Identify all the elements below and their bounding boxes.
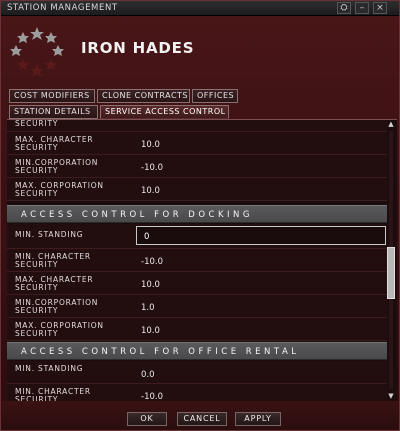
section-header-office-rental: ACCESS CONTROL FOR OFFICE RENTAL — [7, 342, 387, 360]
list-item: MAX. CORPORATION SECURITY 10.0 — [7, 178, 387, 201]
tab-clone-contracts[interactable]: CLONE CONTRACTS — [97, 89, 190, 103]
list-item: MIN. CHARACTER SECURITY -10.0 — [7, 384, 387, 401]
field-label: MAX. CORPORATION SECURITY — [15, 181, 104, 198]
field-value[interactable]: -10.0 — [141, 163, 163, 173]
cancel-button[interactable]: CANCEL — [177, 412, 227, 426]
field-value[interactable]: 1.0 — [141, 303, 155, 313]
list-item: MIN. STANDING 0.0 — [7, 361, 387, 384]
pin-icon[interactable]: ⛭ — [337, 2, 351, 14]
apply-button[interactable]: APPLY — [235, 412, 281, 426]
tab-service-access-control[interactable]: SERVICE ACCESS CONTROL — [100, 105, 229, 119]
field-label: MIN. CHARACTER SECURITY — [15, 387, 91, 402]
list-item: SECURITY — [7, 119, 387, 132]
field-label: MAX. CORPORATION SECURITY — [15, 321, 104, 338]
list-item: MIN.CORPORATION SECURITY -10.0 — [7, 155, 387, 178]
section-header-docking: ACCESS CONTROL FOR DOCKING — [7, 205, 387, 223]
window-title: STATION MANAGEMENT — [7, 3, 118, 13]
field-value[interactable]: 10.0 — [141, 326, 160, 336]
minimize-icon[interactable]: – — [355, 2, 369, 14]
field-label: MIN. CHARACTER SECURITY — [15, 252, 91, 269]
field-value[interactable]: -10.0 — [141, 257, 163, 267]
corporation-emblem-icon — [10, 27, 64, 77]
field-value[interactable]: 10.0 — [141, 140, 160, 150]
tab-cost-modifiers[interactable]: COST MODIFIERS — [9, 89, 95, 103]
field-value[interactable]: -10.0 — [141, 392, 163, 401]
section-title: ACCESS CONTROL FOR DOCKING — [21, 210, 253, 220]
field-label: MIN.CORPORATION SECURITY — [15, 158, 99, 175]
station-name: IRON HADES — [81, 39, 195, 57]
field-label: MAX. CHARACTER SECURITY — [15, 275, 94, 292]
field-label: MAX. CHARACTER SECURITY — [15, 135, 94, 152]
scroll-up-icon[interactable]: ▲ — [386, 119, 396, 129]
list-item: MIN.CORPORATION SECURITY 1.0 — [7, 295, 387, 318]
footer-bar: OK CANCEL APPLY — [1, 401, 399, 430]
min-standing-input[interactable]: 0 — [136, 226, 386, 245]
vertical-scrollbar[interactable]: ▲ ▼ — [386, 119, 396, 401]
field-value[interactable]: 0.0 — [141, 370, 155, 380]
close-icon[interactable]: × — [373, 2, 387, 14]
station-management-window: STATION MANAGEMENT ⛭ – × IRON HADES COST… — [0, 0, 400, 431]
list-item: MAX. CORPORATION SECURITY 10.0 — [7, 318, 387, 341]
field-label: MIN. STANDING — [15, 230, 84, 239]
title-bar[interactable]: STATION MANAGEMENT ⛭ – × — [1, 1, 399, 16]
access-control-panel: SECURITY MAX. CHARACTER SECURITY 10.0 MI… — [7, 119, 397, 401]
scroll-down-icon[interactable]: ▼ — [386, 391, 396, 401]
tab-offices[interactable]: OFFICES — [192, 89, 238, 103]
list-item: MAX. CHARACTER SECURITY 10.0 — [7, 132, 387, 155]
scroll-thumb[interactable] — [387, 247, 395, 299]
list-item: MAX. CHARACTER SECURITY 10.0 — [7, 272, 387, 295]
list-item: MIN. CHARACTER SECURITY -10.0 — [7, 249, 387, 272]
tab-station-details[interactable]: STATION DETAILS — [9, 105, 98, 119]
field-label: SECURITY — [15, 119, 59, 128]
list-item: MIN. STANDING 0 — [7, 224, 387, 249]
field-label: MIN.CORPORATION SECURITY — [15, 298, 99, 315]
section-title: ACCESS CONTROL FOR OFFICE RENTAL — [21, 347, 300, 357]
ok-button[interactable]: OK — [127, 412, 167, 426]
field-label: MIN. STANDING — [15, 364, 84, 373]
field-value[interactable]: 10.0 — [141, 186, 160, 196]
field-value[interactable]: 10.0 — [141, 280, 160, 290]
